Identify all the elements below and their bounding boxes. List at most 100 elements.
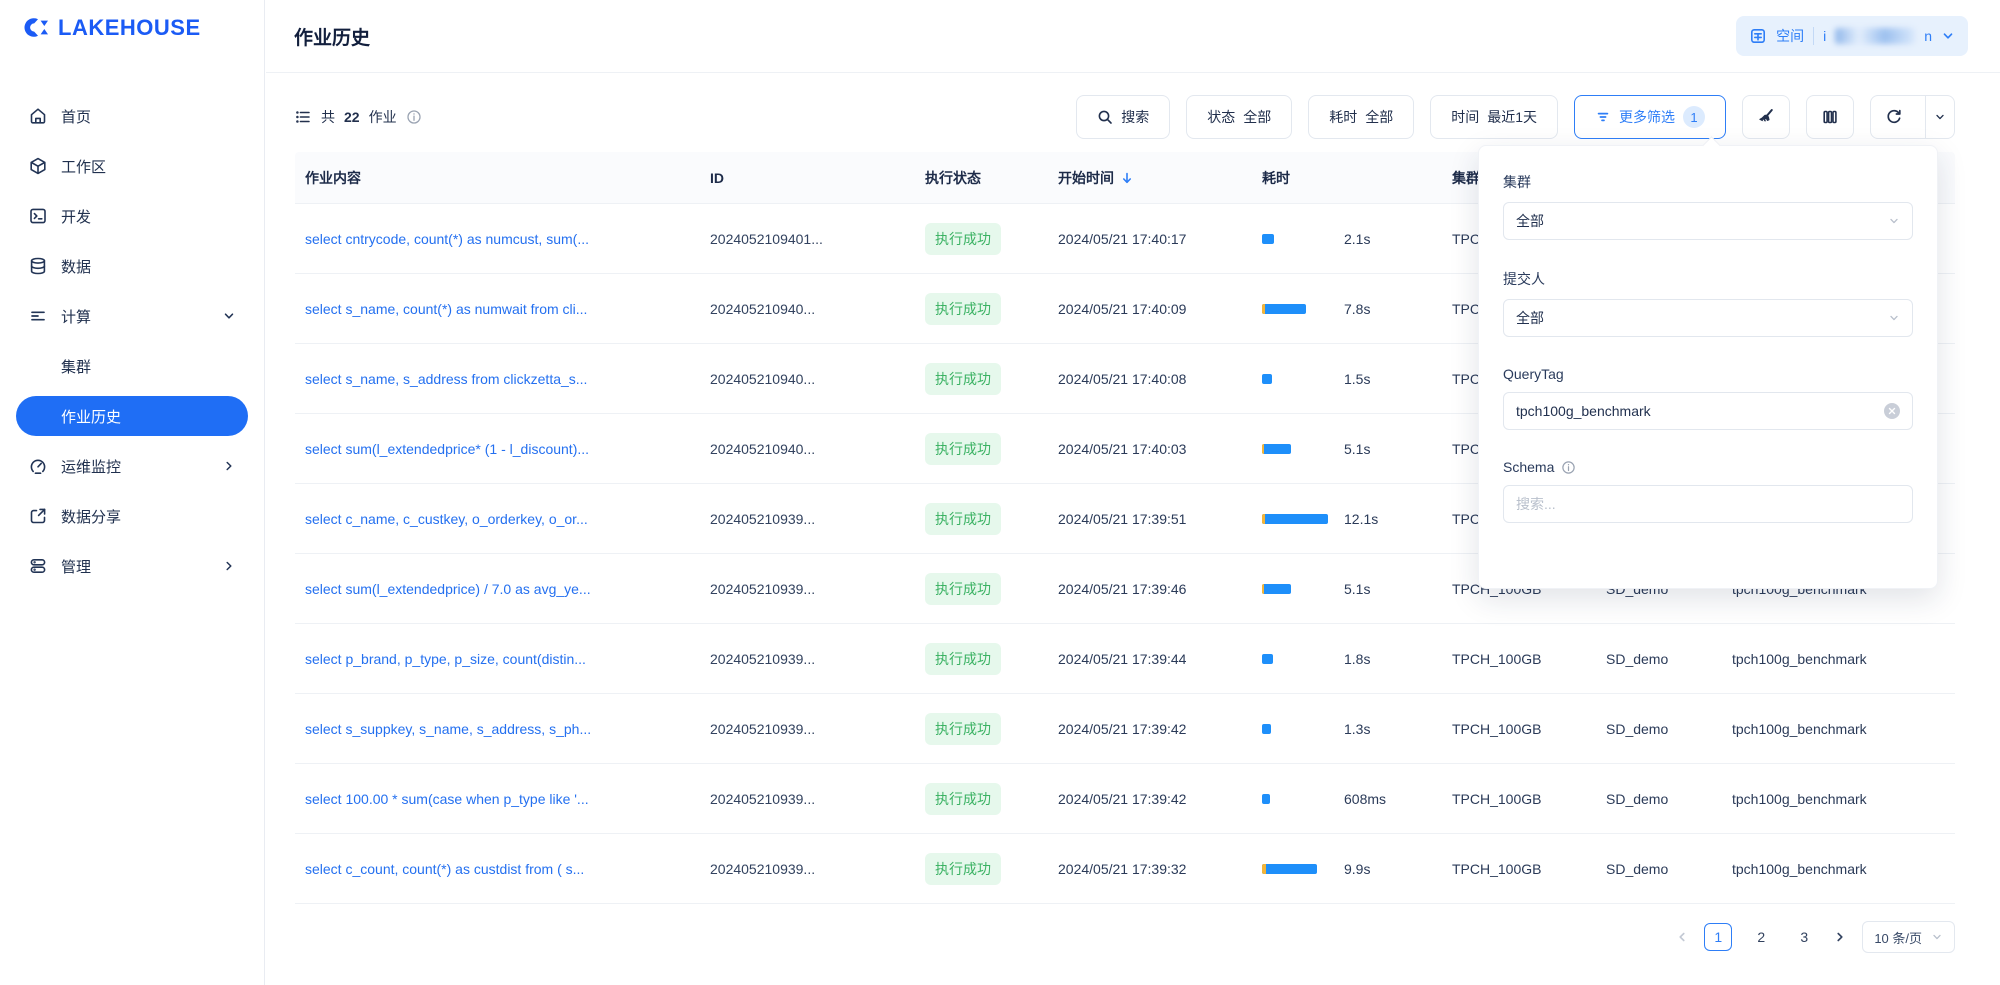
- page-size-select[interactable]: 10 条/页: [1862, 921, 1955, 953]
- sidebar-item-label: 集群: [61, 356, 91, 377]
- more-filters-button[interactable]: 更多筛选 1: [1574, 95, 1726, 139]
- toolbar-actions: 搜索 状态 全部 耗时 全部 时间 最近1天: [1076, 95, 1955, 139]
- sidebar-item-label: 开发: [61, 206, 91, 227]
- job-query-link[interactable]: select c_name, c_custkey, o_orderkey, o_…: [305, 511, 588, 527]
- sidebar-nav: 首页 工作区 开发: [0, 86, 264, 586]
- sidebar-item-develop[interactable]: 开发: [16, 196, 248, 236]
- status-filter-button[interactable]: 状态 全部: [1186, 95, 1292, 139]
- duration-bar-track: [1262, 724, 1332, 734]
- job-query-link[interactable]: select cntrycode, count(*) as numcust, s…: [305, 231, 589, 247]
- summary-count: 22: [344, 109, 360, 125]
- status-badge: 执行成功: [925, 293, 1001, 325]
- panel-caret: [1702, 136, 1720, 154]
- job-id: 202405210939...: [710, 511, 925, 527]
- table-row: select p_brand, p_type, p_size, count(di…: [295, 624, 1955, 694]
- job-cluster: TPCH_100GB: [1452, 791, 1606, 807]
- sidebar-item-home[interactable]: 首页: [16, 96, 248, 136]
- duration-text: 608ms: [1344, 791, 1386, 807]
- database-icon: [28, 256, 48, 276]
- duration-bar-tip: [1262, 304, 1265, 314]
- schema-search-input[interactable]: [1516, 496, 1900, 512]
- page-button-2[interactable]: 2: [1747, 923, 1775, 951]
- querytag-input[interactable]: tpch100g_benchmark: [1503, 392, 1913, 430]
- app-root: LAKEHOUSE 首页 工作区: [0, 0, 2000, 985]
- status-badge: 执行成功: [925, 223, 1001, 255]
- sort-desc-icon: [1120, 171, 1134, 185]
- job-schema: SD_demo: [1606, 791, 1732, 807]
- column-settings-button[interactable]: [1806, 95, 1854, 139]
- sidebar-item-admin[interactable]: 管理: [16, 546, 248, 586]
- clear-querytag-icon[interactable]: [1884, 403, 1900, 419]
- job-id: 202405210939...: [710, 791, 925, 807]
- status-badge: 执行成功: [925, 363, 1001, 395]
- monitor-gauge-icon: [28, 456, 48, 476]
- prev-page-button[interactable]: [1675, 930, 1689, 944]
- page-button-1[interactable]: 1: [1704, 923, 1732, 951]
- job-query-link[interactable]: select sum(l_extendedprice* (1 - l_disco…: [305, 441, 589, 457]
- duration-text: 2.1s: [1344, 231, 1370, 247]
- filter-value: 最近1天: [1487, 107, 1537, 127]
- job-schema: SD_demo: [1606, 721, 1732, 737]
- page-button-3[interactable]: 3: [1790, 923, 1818, 951]
- job-schema: SD_demo: [1606, 651, 1732, 667]
- querytag-input-value: tpch100g_benchmark: [1516, 403, 1651, 419]
- time-filter-button[interactable]: 时间 最近1天: [1430, 95, 1558, 139]
- duration-bar: [1262, 514, 1328, 524]
- job-query-link[interactable]: select c_count, count(*) as custdist fro…: [305, 861, 584, 877]
- submitter-select[interactable]: 全部: [1503, 299, 1913, 337]
- job-start-time: 2024/05/21 17:39:44: [1058, 651, 1262, 667]
- brand-mark-icon: [20, 14, 50, 41]
- job-query-link[interactable]: select 100.00 * sum(case when p_type lik…: [305, 791, 589, 807]
- status-badge: 执行成功: [925, 573, 1001, 605]
- more-filters-label: 更多筛选: [1619, 107, 1675, 127]
- top-bar: 作业历史 空间 i n: [266, 0, 2000, 73]
- duration-text: 5.1s: [1344, 581, 1370, 597]
- sidebar-item-workspace[interactable]: 工作区: [16, 146, 248, 186]
- duration-filter-button[interactable]: 耗时 全部: [1308, 95, 1414, 139]
- next-page-button[interactable]: [1833, 930, 1847, 944]
- duration-bar: [1262, 794, 1270, 804]
- sidebar-item-ops-monitor[interactable]: 运维监控: [16, 446, 248, 486]
- admin-servers-icon: [28, 556, 48, 576]
- refresh-button[interactable]: [1871, 96, 1917, 138]
- sidebar-item-label: 运维监控: [61, 456, 121, 477]
- clear-filters-button[interactable]: [1742, 95, 1790, 139]
- filter-name: 耗时: [1329, 107, 1357, 127]
- compute-icon: [28, 306, 48, 326]
- job-id: 2024052109401...: [710, 231, 925, 247]
- job-cluster: TPCH_100GB: [1452, 651, 1606, 667]
- search-button[interactable]: 搜索: [1076, 95, 1170, 139]
- status-badge: 执行成功: [925, 853, 1001, 885]
- main-content: 作业历史 空间 i n: [266, 0, 2000, 985]
- sidebar-item-data[interactable]: 数据: [16, 246, 248, 286]
- page-size-value: 10 条/页: [1874, 928, 1922, 947]
- workspace-switcher[interactable]: 空间 i n: [1736, 16, 1968, 56]
- job-query-link[interactable]: select s_suppkey, s_name, s_address, s_p…: [305, 721, 591, 737]
- refresh-options-button[interactable]: [1925, 96, 1954, 138]
- duration-bar-tip: [1262, 584, 1264, 594]
- duration-bar-track: [1262, 584, 1332, 594]
- duration-bar-track: [1262, 304, 1332, 314]
- job-query-link[interactable]: select s_name, count(*) as numwait from …: [305, 301, 587, 317]
- duration-bar-track: [1262, 234, 1332, 244]
- job-query-link[interactable]: select p_brand, p_type, p_size, count(di…: [305, 651, 586, 667]
- sidebar-item-cluster[interactable]: 集群: [16, 346, 248, 386]
- duration-bar-tip: [1262, 514, 1265, 524]
- sidebar-item-data-share[interactable]: 数据分享: [16, 496, 248, 536]
- sidebar-item-job-history[interactable]: 作业历史: [16, 396, 248, 436]
- cluster-select[interactable]: 全部: [1503, 202, 1913, 240]
- job-query-link[interactable]: select s_name, s_address from clickzetta…: [305, 371, 587, 387]
- col-header-start-time[interactable]: 开始时间: [1058, 168, 1262, 188]
- sidebar-item-compute[interactable]: 计算: [16, 296, 248, 336]
- chevron-down-icon: [1941, 29, 1955, 43]
- job-start-time: 2024/05/21 17:40:08: [1058, 371, 1262, 387]
- space-user-end: n: [1924, 28, 1932, 44]
- more-filters-panel: 集群 全部 提交人 全部 QueryTag: [1478, 145, 1938, 589]
- col-header-id: ID: [710, 170, 925, 186]
- duration-text: 1.3s: [1344, 721, 1370, 737]
- duration-bar: [1262, 864, 1317, 874]
- schema-search-box: [1503, 485, 1913, 523]
- job-query-link[interactable]: select sum(l_extendedprice) / 7.0 as avg…: [305, 581, 591, 597]
- pagination: 1 2 3 10 条/页: [1675, 921, 1955, 953]
- job-id: 202405210939...: [710, 651, 925, 667]
